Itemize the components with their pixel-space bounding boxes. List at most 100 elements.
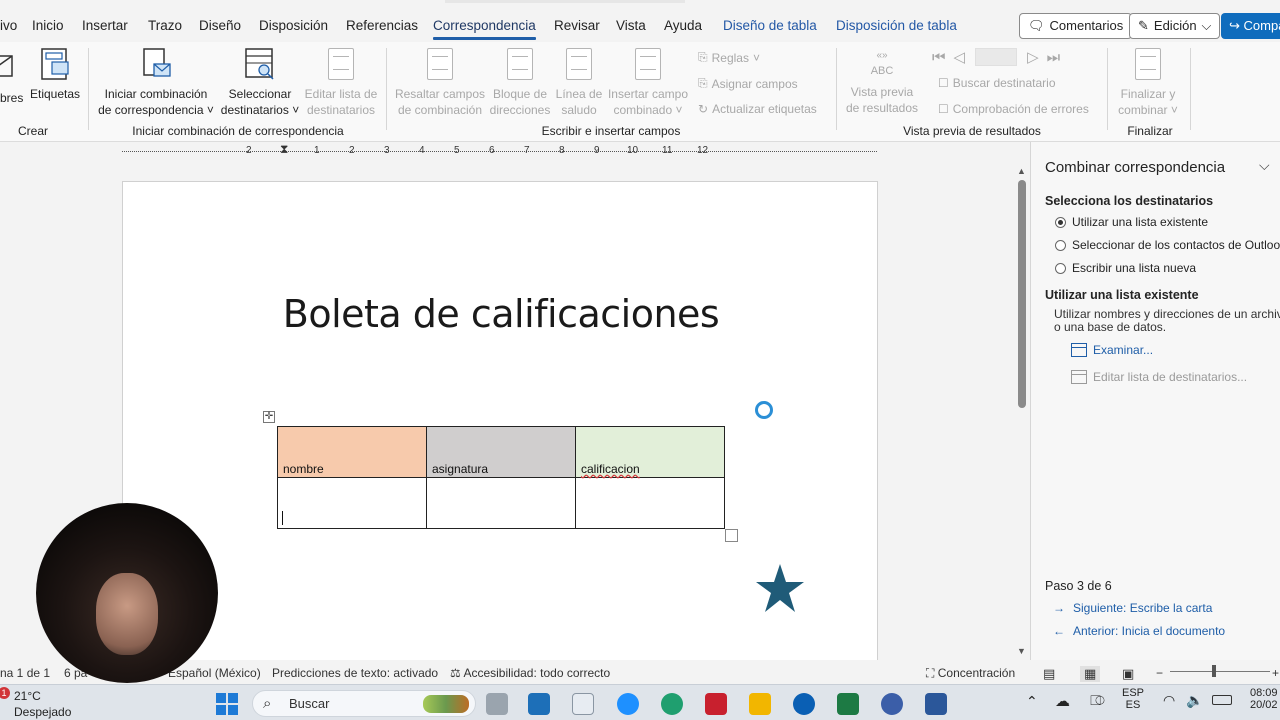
task-view-icon[interactable]	[486, 693, 508, 715]
wifi-icon[interactable]: ◠	[1163, 692, 1175, 709]
read-mode-icon[interactable]: ▤	[1043, 666, 1055, 682]
tab-vista[interactable]: Vista	[616, 18, 646, 33]
envelopes-button[interactable]: bres	[0, 48, 24, 105]
browse-link[interactable]: Examinar...	[1071, 343, 1153, 357]
find-recipient-button[interactable]: ☐ Buscar destinatario	[938, 76, 1056, 90]
finish-merge-button[interactable]: Finalizar y combinar ˅	[1112, 48, 1184, 118]
address-block-button[interactable]: Bloque de direcciones	[488, 48, 552, 118]
excel-icon[interactable]	[837, 693, 859, 715]
edge-icon[interactable]	[661, 693, 683, 715]
web-layout-icon[interactable]: ▣	[1122, 666, 1134, 682]
settings-app-icon[interactable]	[881, 693, 903, 715]
ruler-indent-marker[interactable]: ⧗	[280, 142, 288, 157]
table-cell[interactable]	[426, 477, 576, 529]
finish-merge-icon	[1132, 48, 1164, 82]
tab-disposicion[interactable]: Disposición	[259, 18, 328, 33]
scroll-down-icon[interactable]: ▼	[1017, 646, 1026, 656]
language-indicator[interactable]: Español (México)	[168, 666, 261, 680]
comments-button[interactable]: 🗨 Comentarios	[1019, 13, 1133, 39]
zoom-out-icon[interactable]: −	[1156, 666, 1163, 680]
option-new-list[interactable]: Escribir una lista nueva	[1055, 261, 1196, 275]
option-existing-list[interactable]: Utilizar una lista existente	[1055, 215, 1208, 229]
tab-insertar[interactable]: Insertar	[82, 18, 128, 33]
text-predictions-status[interactable]: Predicciones de texto: activado	[272, 666, 438, 680]
rules-button[interactable]: ⎘ Reglas ˅	[698, 50, 760, 65]
taskbar-search-input[interactable]: ⌕ Buscar	[252, 690, 476, 717]
scrollbar-thumb[interactable]	[1018, 180, 1026, 408]
page-count[interactable]: na 1 de 1	[0, 666, 50, 680]
preview-results-button[interactable]: «» ABC Vista previa de resultados	[844, 50, 920, 116]
last-record-icon[interactable]: ⏭	[1047, 49, 1061, 66]
start-mail-merge-button[interactable]: Iniciar combinación de correspondencia ˅	[98, 48, 214, 118]
table-header-nombre[interactable]: nombre	[277, 426, 427, 478]
chevron-down-icon[interactable]: ⌵	[1259, 157, 1270, 174]
weather-widget[interactable]: 1 21°C Despejado	[0, 687, 71, 719]
next-record-icon[interactable]: ▷	[1027, 48, 1039, 66]
store-icon[interactable]	[572, 693, 594, 715]
windows-start-icon[interactable]	[216, 693, 238, 715]
tab-disposicion-de-tabla[interactable]: Disposición de tabla	[836, 18, 957, 33]
file-explorer-icon[interactable]	[749, 693, 771, 715]
edit-recipient-list-button[interactable]: Editar lista de destinatarios	[302, 48, 380, 118]
insert-merge-field-button[interactable]: Insertar campo combinado ˅	[606, 48, 690, 118]
scroll-up-icon[interactable]: ▲	[1017, 166, 1026, 176]
record-number-field[interactable]	[975, 48, 1018, 66]
volume-icon[interactable]: 🔈	[1186, 692, 1203, 709]
table-cell[interactable]	[575, 477, 725, 529]
next-step-link[interactable]: → Siguiente: Escribe la carta	[1053, 601, 1212, 615]
match-fields-button[interactable]: ⎘ Asignar campos	[698, 76, 798, 91]
table-resize-handle[interactable]	[725, 529, 738, 542]
zoom-slider-thumb[interactable]	[1212, 665, 1216, 677]
table-cell[interactable]	[277, 477, 427, 529]
accessibility-status[interactable]: ⚖ Accesibilidad: todo correcto	[450, 666, 610, 680]
tab-diseno-de-tabla[interactable]: Diseño de tabla	[723, 18, 817, 33]
greeting-line-button[interactable]: Línea de saludo	[554, 48, 604, 118]
update-labels-button[interactable]: ↻ Actualizar etiquetas	[698, 102, 817, 116]
word-icon[interactable]	[925, 693, 947, 715]
document-page[interactable]: Boleta de calificaciones ✛ nombre asigna…	[122, 181, 878, 660]
vertical-scrollbar[interactable]: ▲ ▼	[1015, 160, 1029, 660]
table-header-asignatura[interactable]: asignatura	[426, 426, 576, 478]
chevron-up-icon[interactable]: ⌃	[1026, 693, 1038, 710]
radio-unselected[interactable]	[1055, 262, 1066, 274]
editing-mode-button[interactable]: ✎ Edición ⌵	[1129, 13, 1221, 39]
star-shape[interactable]	[754, 562, 806, 616]
first-record-icon[interactable]: ⏮	[932, 49, 946, 66]
check-errors-button[interactable]: ☐ Comprobación de errores	[938, 102, 1089, 116]
input-language[interactable]: ESP ES	[1118, 687, 1148, 711]
tab-correspondencia[interactable]: Correspondencia	[433, 18, 536, 40]
battery-icon[interactable]	[1212, 695, 1232, 705]
clock[interactable]: 08:09 20/02	[1250, 687, 1278, 711]
radio-selected[interactable]	[1055, 216, 1066, 228]
share-button[interactable]: ↪ Compa	[1221, 13, 1280, 39]
microphone-icon[interactable]: ⎄	[1090, 692, 1105, 709]
zoom-in-icon[interactable]: +	[1272, 666, 1279, 680]
tab-inicio[interactable]: Inicio	[32, 18, 64, 33]
table-header-calificacion[interactable]: calificacion	[575, 426, 725, 478]
help-icon[interactable]	[617, 693, 639, 715]
option-outlook-contacts[interactable]: Seleccionar de los contactos de Outlook	[1055, 238, 1280, 252]
previous-step-link[interactable]: ← Anterior: Inicia el documento	[1053, 624, 1225, 638]
radio-unselected[interactable]	[1055, 239, 1066, 251]
tab-diseno[interactable]: Diseño	[199, 18, 241, 33]
onedrive-icon[interactable]: ☁	[1055, 692, 1070, 710]
previous-record-icon[interactable]: ◁	[954, 48, 966, 66]
table-move-handle-icon[interactable]: ✛	[263, 411, 275, 423]
zoom-slider[interactable]	[1170, 671, 1270, 672]
labels-button[interactable]: Etiquetas	[30, 48, 80, 102]
mcafee-icon[interactable]	[705, 693, 727, 715]
highlight-merge-fields-button[interactable]: Resaltar campos de combinación	[394, 48, 486, 118]
focus-mode-button[interactable]: ⛶ Concentración	[926, 666, 1015, 681]
select-recipients-button[interactable]: Seleccionar destinatarios ˅	[220, 48, 300, 118]
tab-trazo[interactable]: Trazo	[148, 18, 182, 33]
grades-table[interactable]: nombre asignatura calificacion	[277, 426, 725, 529]
tab-revisar[interactable]: Revisar	[554, 18, 600, 33]
tab-archivo[interactable]: ivo	[0, 18, 17, 33]
tab-ayuda[interactable]: Ayuda	[664, 18, 702, 33]
hp-icon[interactable]	[793, 693, 815, 715]
print-layout-icon[interactable]: ▦	[1080, 666, 1101, 682]
edit-recipient-list-link[interactable]: Editar lista de destinatarios...	[1071, 370, 1247, 384]
horizontal-ruler[interactable]: 2 ⧗ 1 2 3 4 5 6 7 8 9 10 11 12	[0, 142, 1030, 160]
tab-referencias[interactable]: Referencias	[346, 18, 418, 33]
outlook-icon[interactable]	[528, 693, 550, 715]
